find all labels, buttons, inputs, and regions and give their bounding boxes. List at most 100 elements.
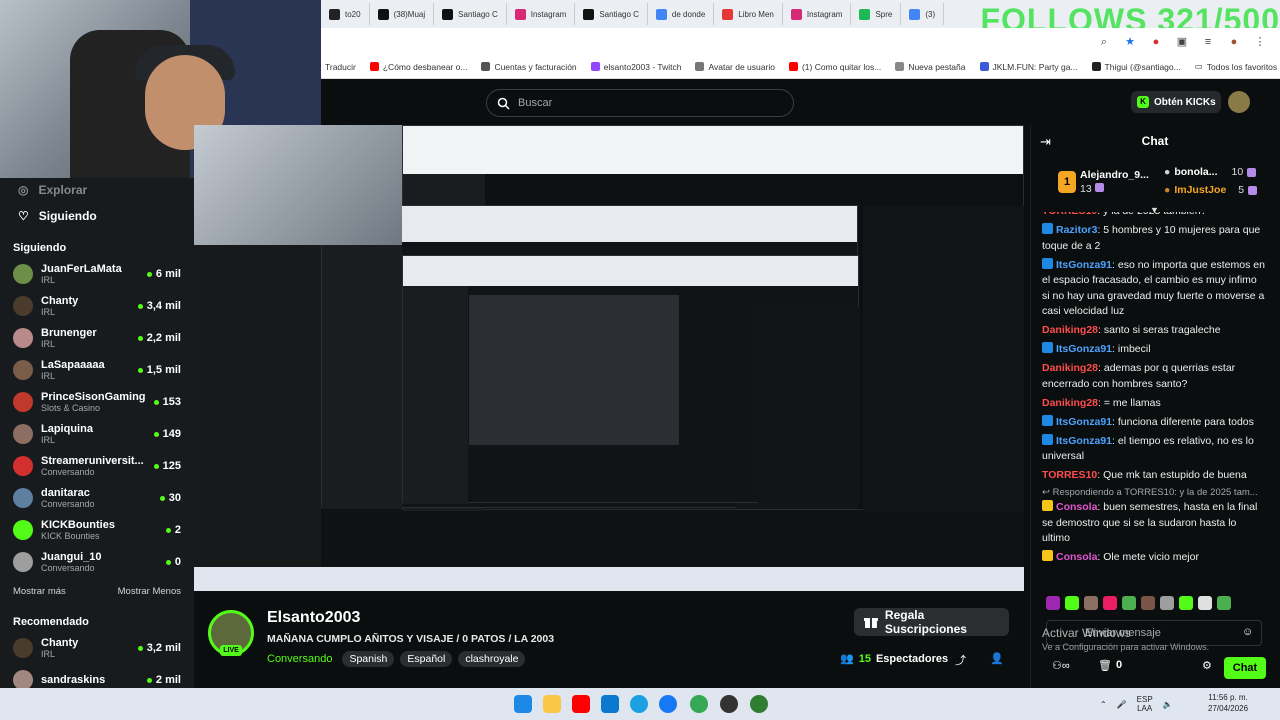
emote-icon[interactable] — [1160, 596, 1174, 610]
get-kicks-button[interactable]: K Obtén KICKs — [1131, 91, 1221, 113]
menu-icon[interactable]: ⋮ — [1254, 36, 1266, 48]
stream-category[interactable]: Conversando — [267, 653, 332, 665]
chat-username[interactable]: Consola — [1056, 551, 1097, 563]
chat-username[interactable]: Daniking28 — [1042, 397, 1098, 409]
microphone-icon[interactable]: 🎤 — [1117, 700, 1127, 709]
share-icon[interactable]: ⤴ — [955, 652, 966, 668]
chat-username[interactable]: Daniking28 — [1042, 362, 1098, 374]
browser-tab[interactable]: Santiago C — [575, 3, 648, 25]
star-icon[interactable]: ★ — [1124, 36, 1136, 48]
nav-explore[interactable]: ◎ Explorar — [0, 178, 194, 202]
bookmark-item[interactable]: Traducir — [325, 62, 356, 72]
chat-username[interactable]: ItsGonza91 — [1056, 435, 1112, 447]
chat-username[interactable]: Razitor3 — [1056, 224, 1097, 236]
bookmark-item[interactable]: Avatar de usuario — [695, 62, 775, 72]
browser-tab[interactable]: Santiago C — [434, 3, 507, 25]
bookmark-item[interactable]: elsanto2003 - Twitch — [590, 62, 681, 72]
all-bookmarks-button[interactable]: ▭ Todos los favoritos — [1195, 61, 1280, 72]
chat-message[interactable]: Consola: Ole mete vicio mejor — [1042, 550, 1267, 566]
emoji-icon[interactable]: ☺ — [1242, 626, 1253, 638]
browser-tab[interactable]: (38)Muaj — [370, 3, 435, 25]
chat-message[interactable]: Daniking28: santo si seras tragaleche — [1042, 323, 1267, 339]
bookmark-item[interactable]: (1) Como quitar los... — [788, 62, 881, 72]
show-more-button[interactable]: Mostrar más — [13, 586, 66, 597]
browser-tab[interactable]: Spre — [851, 3, 902, 25]
stream-tag[interactable]: Spanish — [342, 651, 395, 667]
emote-icon[interactable] — [1141, 596, 1155, 610]
chat-message[interactable]: Daniking28: ademas por q querrias estar … — [1042, 361, 1267, 392]
bookmark-item[interactable]: Nueva pestaña — [895, 62, 966, 72]
emote-icon[interactable] — [1198, 596, 1212, 610]
chat-modes-icon[interactable]: ⚇∞ — [1052, 659, 1070, 672]
chat-username[interactable]: Daniking28 — [1042, 324, 1098, 336]
chat-username[interactable]: ItsGonza91 — [1056, 259, 1112, 271]
file-explorer-icon[interactable] — [543, 695, 561, 713]
chat-username[interactable]: TORRES10 — [1042, 212, 1097, 217]
channel-name[interactable]: Elsanto2003 — [267, 609, 360, 627]
sidebar-channel[interactable]: KICKBounties KICK Bounties 2 — [0, 514, 194, 546]
sidebar-channel[interactable]: Streameruniversit... Conversando 125 — [0, 450, 194, 482]
sidebar-channel[interactable]: Chanty IRL 3,2 mil — [0, 632, 194, 664]
sidebar-channel[interactable]: LaSapaaaaa IRL 1,5 mil — [0, 354, 194, 386]
stream-tag[interactable]: Español — [400, 651, 453, 667]
windows-start-icon[interactable] — [514, 695, 532, 713]
mail-icon[interactable] — [601, 695, 619, 713]
send-chat-button[interactable]: Chat — [1224, 657, 1266, 679]
browser-tab[interactable]: to20 — [321, 3, 370, 25]
bookmark-item[interactable]: Thigui (@santiago... — [1091, 62, 1181, 72]
chat-message[interactable]: Daniking28: = me llamas — [1042, 396, 1267, 412]
youtube-icon[interactable] — [572, 695, 590, 713]
sidebar-channel[interactable]: PrinceSisonGaming Slots & Casino 153 — [0, 386, 194, 418]
emote-icon[interactable] — [1065, 596, 1079, 610]
kicks-wallet-icon[interactable]: 🗑 — [1098, 659, 1112, 672]
system-clock[interactable]: 11:56 p. m. 27/04/2026 — [1208, 692, 1248, 714]
chat-message[interactable]: ItsGonza91: eso no importa que estemos e… — [1042, 257, 1267, 320]
follow-user-icon[interactable]: 👤 — [990, 652, 1004, 665]
settings-gear-icon[interactable]: ⚙ — [1202, 659, 1212, 672]
browser-tab[interactable]: Libro Men — [714, 3, 783, 25]
bookmark-item[interactable]: Cuentas y facturación — [481, 62, 577, 72]
leaderboard-entry-3[interactable]: ● ImJustJoe 5 — [1164, 184, 1258, 196]
chat-message[interactable]: ItsGonza91: imbecil — [1042, 342, 1267, 358]
chat-username[interactable]: ItsGonza91 — [1056, 416, 1112, 428]
puzzle-icon[interactable]: ▣ — [1176, 36, 1188, 48]
zoom-icon[interactable]: ⌕ — [1098, 36, 1110, 48]
chat-message[interactable]: ItsGonza91: funciona diferente para todo… — [1042, 414, 1267, 431]
chat-message[interactable]: Razitor3: 5 hombres y 10 mujeres para qu… — [1042, 223, 1267, 254]
sidebar-channel[interactable]: Chanty IRL 3,4 mil — [0, 290, 194, 322]
search-input[interactable]: Buscar — [486, 89, 794, 117]
volume-icon[interactable]: 🔈 — [1163, 700, 1173, 709]
chrome-icon[interactable] — [690, 695, 708, 713]
browser-tab[interactable]: de donde — [648, 3, 715, 25]
sidebar-channel[interactable]: Lapiquina IRL 149 — [0, 418, 194, 450]
facebook-icon[interactable] — [659, 695, 677, 713]
chat-username[interactable]: ItsGonza91 — [1056, 343, 1112, 355]
nav-following[interactable]: ♡ Siguiendo — [0, 202, 194, 230]
language-indicator[interactable]: ESP LAA — [1137, 695, 1153, 713]
stream-tag[interactable]: clashroyale — [458, 651, 526, 667]
chat-username[interactable]: TORRES10 — [1042, 469, 1097, 481]
browser-tab[interactable]: Instagram — [507, 3, 576, 25]
show-less-button[interactable]: Mostrar Menos — [118, 586, 181, 597]
extension-icon[interactable]: ● — [1150, 36, 1162, 48]
video-player[interactable] — [194, 125, 1024, 591]
emote-icon[interactable] — [1217, 596, 1231, 610]
chat-message[interactable]: ItsGonza91: el tiempo es relativo, no es… — [1042, 433, 1267, 465]
bookmark-item[interactable]: JKLM.FUN: Party ga... — [979, 62, 1078, 72]
chrome-alt-icon[interactable] — [750, 695, 768, 713]
gift-subs-button[interactable]: Regala Suscripciones — [854, 608, 1009, 636]
edge-icon[interactable] — [630, 695, 648, 713]
leaderboard-entry-1[interactable]: 1 Alejandro_9... 13 — [1058, 168, 1149, 196]
profile-icon[interactable]: ● — [1228, 36, 1240, 48]
chrome-profile-icon[interactable] — [720, 695, 738, 713]
sidebar-channel[interactable]: Juangui_10 Conversando 0 — [0, 546, 194, 578]
chat-message[interactable]: Consola: buen semestres, hasta en la fin… — [1042, 500, 1267, 547]
chat-message[interactable]: TORRES10: Que mk tan estupido de buena — [1042, 468, 1267, 484]
sidebar-channel[interactable]: JuanFerLaMata IRL 6 mil — [0, 258, 194, 290]
emote-icon[interactable] — [1103, 596, 1117, 610]
sidebar-channel[interactable]: Brunenger IRL 2,2 mil — [0, 322, 194, 354]
chevron-up-icon[interactable]: ⌃ — [1100, 700, 1107, 709]
browser-tab[interactable]: Instagram — [783, 3, 852, 25]
emote-icon[interactable] — [1122, 596, 1136, 610]
chat-message[interactable]: TORRES10: y la de 2025 tambien? — [1042, 212, 1267, 220]
